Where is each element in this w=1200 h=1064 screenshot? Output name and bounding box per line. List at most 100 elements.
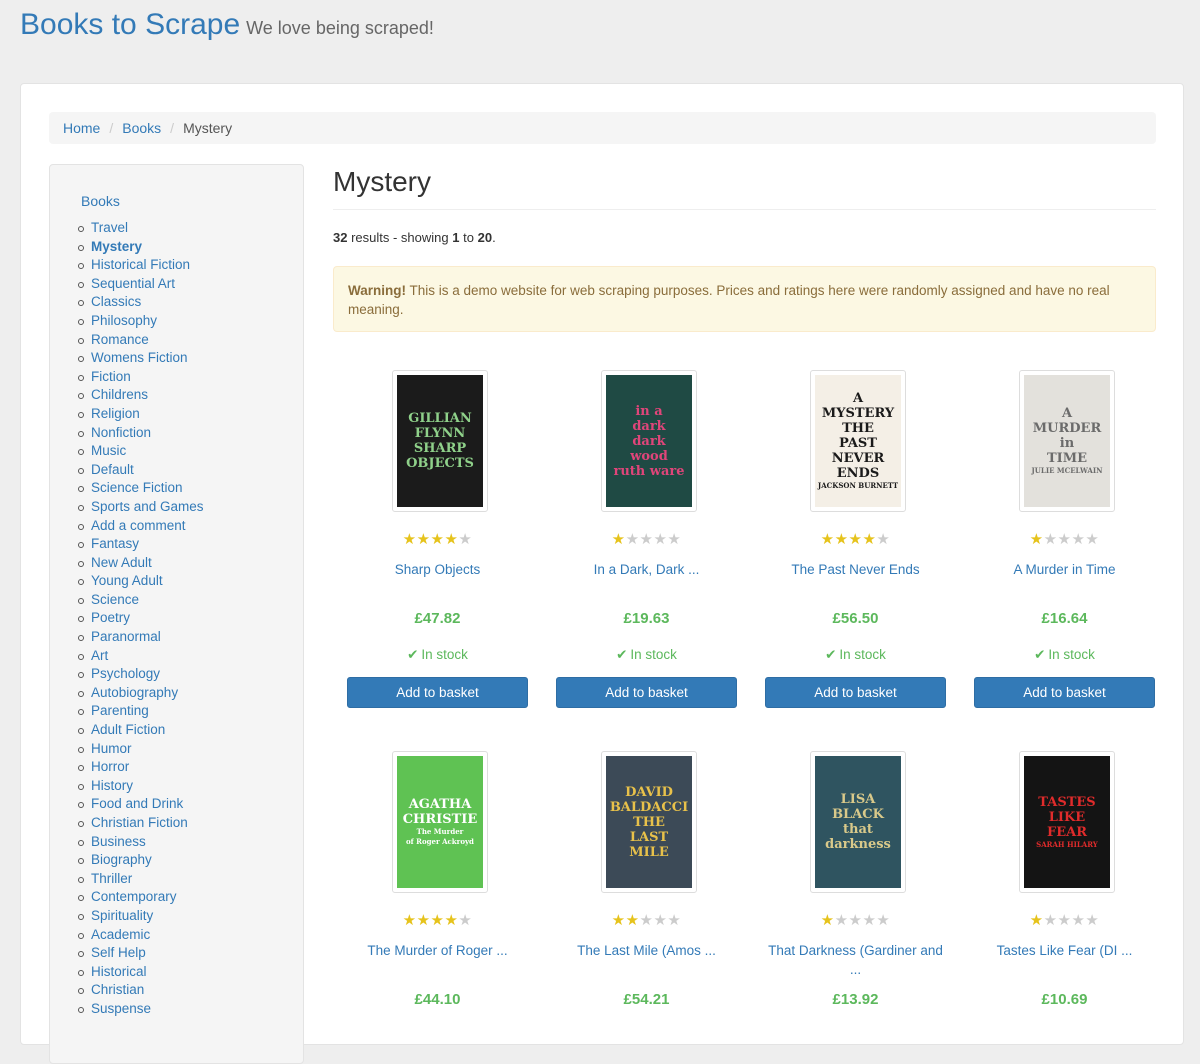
book-cover-image[interactable]: AGATHA CHRISTIE The Murder of Roger Ackroyd <box>392 751 488 893</box>
cover-text: TIME <box>1046 451 1088 466</box>
category-link[interactable]: Historical <box>91 964 147 979</box>
cover-text: MURDER <box>1032 421 1102 436</box>
category-link[interactable]: Poetry <box>91 610 130 625</box>
category-link[interactable]: Christian Fiction <box>91 815 188 830</box>
category-link[interactable]: Romance <box>91 332 149 347</box>
cover-text: GILLIAN <box>408 411 472 426</box>
category-link[interactable]: Thriller <box>91 871 132 886</box>
book-cover-image[interactable]: DAVID BALDACCI THE LAST MILE <box>601 751 697 893</box>
category-link[interactable]: Horror <box>91 759 129 774</box>
star-icon: ★ <box>416 912 431 929</box>
category-link[interactable]: New Adult <box>91 555 152 570</box>
star-rating: ★★★★★ <box>974 911 1155 929</box>
category-link[interactable]: Historical Fiction <box>91 257 190 272</box>
category-link[interactable]: Default <box>91 462 134 477</box>
book-title-link[interactable]: That Darkness (Gardiner and ... <box>765 941 946 979</box>
book-title-link[interactable]: The Past Never Ends <box>765 560 946 579</box>
site-title-link[interactable]: Books to Scrape <box>20 8 240 42</box>
category-link[interactable]: Academic <box>91 927 150 942</box>
category-link[interactable]: Sports and Games <box>91 499 204 514</box>
add-to-basket-button[interactable]: Add to basket <box>974 677 1155 708</box>
book-title-link[interactable]: A Murder in Time <box>974 560 1155 579</box>
category-link[interactable]: Fiction <box>91 369 131 384</box>
category-link[interactable]: Science <box>91 592 139 607</box>
cover-text: wood <box>630 448 668 464</box>
add-to-basket-button[interactable]: Add to basket <box>347 677 528 708</box>
category-link[interactable]: Adult Fiction <box>91 722 165 737</box>
cover-text: A <box>1061 406 1073 421</box>
breadcrumb-home[interactable]: Home <box>63 120 100 136</box>
cover-text: JULIE MCELWAIN <box>1031 466 1103 475</box>
category-item: Historical Fiction <box>78 256 204 275</box>
book-cover-image[interactable]: GILLIAN FLYNN SHARP OBJECTS <box>392 370 488 512</box>
category-link[interactable]: Parenting <box>91 703 149 718</box>
category-item: Womens Fiction <box>78 349 204 368</box>
book-cover-image[interactable]: TASTES LIKE FEAR SARAH HILARY <box>1019 751 1115 893</box>
warning-alert: Warning! This is a demo website for web … <box>333 266 1156 332</box>
category-link[interactable]: Nonfiction <box>91 425 151 440</box>
category-link[interactable]: Mystery <box>91 239 142 254</box>
category-link[interactable]: Religion <box>91 406 140 421</box>
book-cover-image[interactable]: in a dark dark wood ruth ware <box>601 370 697 512</box>
category-item: Classics <box>78 293 204 312</box>
book-title-link[interactable]: Sharp Objects <box>347 560 528 579</box>
category-link[interactable]: Paranormal <box>91 629 161 644</box>
cover-text: JACKSON BURNETT <box>817 481 899 490</box>
category-item: Nonfiction <box>78 424 204 443</box>
book-title-link[interactable]: The Last Mile (Amos ... <box>556 941 737 960</box>
book-cover-image[interactable]: A MURDER in TIME JULIE MCELWAIN <box>1019 370 1115 512</box>
add-to-basket-button[interactable]: Add to basket <box>556 677 737 708</box>
category-link[interactable]: Womens Fiction <box>91 350 188 365</box>
category-link[interactable]: Psychology <box>91 666 160 681</box>
warning-label: Warning! <box>348 283 406 298</box>
category-link[interactable]: Christian <box>91 982 144 997</box>
category-link[interactable]: Fantasy <box>91 536 139 551</box>
category-link[interactable]: Business <box>91 834 146 849</box>
category-link[interactable]: Add a comment <box>91 518 186 533</box>
cover-art: AGATHA CHRISTIE The Murder of Roger Ackroyd <box>397 756 483 888</box>
results-end: . <box>492 230 496 245</box>
category-link[interactable]: Art <box>91 648 108 663</box>
star-rating: ★★★★★ <box>347 911 528 929</box>
page-panel: Home / Books / Mystery Books Travel Myste… <box>20 83 1184 1064</box>
category-item: Academic <box>78 926 204 945</box>
category-link[interactable]: Food and Drink <box>91 796 183 811</box>
category-link[interactable]: Spirituality <box>91 908 153 923</box>
book-title-link[interactable]: Tastes Like Fear (DI ... <box>974 941 1155 960</box>
category-link[interactable]: Music <box>91 443 126 458</box>
book-cover-image[interactable]: A MYSTERY THE PAST NEVER ENDS JACKSON BURNETT <box>810 370 906 512</box>
category-link[interactable]: History <box>91 778 133 793</box>
book-title-link[interactable]: The Murder of Roger ... <box>347 941 528 960</box>
cover-text: NEVER <box>831 451 885 466</box>
category-link[interactable]: Humor <box>91 741 132 756</box>
cover-art: DAVID BALDACCI THE LAST MILE <box>606 756 692 888</box>
sidebar-books-link[interactable]: Books <box>81 193 120 209</box>
category-link[interactable]: Contemporary <box>91 889 177 904</box>
category-item: Paranormal <box>78 628 204 647</box>
book-price: £47.82 <box>414 610 461 627</box>
breadcrumb: Home / Books / Mystery <box>49 112 1156 144</box>
star-icon: ★ <box>611 531 626 548</box>
book-price: £54.21 <box>623 991 670 1008</box>
category-link[interactable]: Philosophy <box>91 313 157 328</box>
category-link[interactable]: Sequential Art <box>91 276 175 291</box>
add-to-basket-button[interactable]: Add to basket <box>765 677 946 708</box>
star-icon: ★ <box>639 912 654 929</box>
cover-text: TASTES <box>1038 794 1096 810</box>
category-link[interactable]: Autobiography <box>91 685 178 700</box>
category-item: Business <box>78 833 204 852</box>
cover-art: GILLIAN FLYNN SHARP OBJECTS <box>397 375 483 507</box>
category-link[interactable]: Young Adult <box>91 573 163 588</box>
category-link[interactable]: Childrens <box>91 387 148 402</box>
category-link[interactable]: Suspense <box>91 1001 151 1016</box>
category-link[interactable]: Travel <box>91 220 128 235</box>
breadcrumb-books[interactable]: Books <box>122 120 161 136</box>
category-link[interactable]: Biography <box>91 852 152 867</box>
book-title-link[interactable]: In a Dark, Dark ... <box>556 560 737 579</box>
category-link[interactable]: Classics <box>91 294 141 309</box>
category-link[interactable]: Science Fiction <box>91 480 183 495</box>
book-cover-image[interactable]: LISA BLACK that darkness <box>810 751 906 893</box>
cover-art: in a dark dark wood ruth ware <box>606 375 692 507</box>
category-link[interactable]: Self Help <box>91 945 146 960</box>
cover-text: The Murder <box>416 827 464 836</box>
